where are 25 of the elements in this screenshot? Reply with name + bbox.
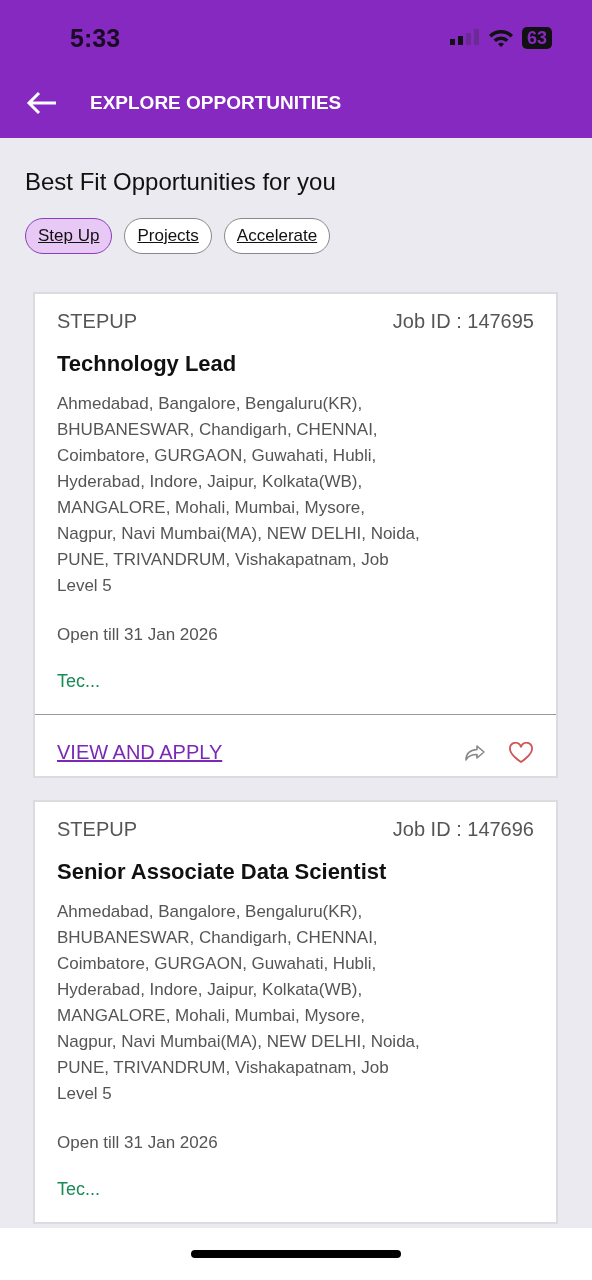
battery-level: 63	[521, 27, 552, 49]
heart-icon[interactable]	[508, 741, 534, 764]
open-till-date: Open till 31 Jan 2026	[57, 625, 219, 645]
share-arrow-icon[interactable]	[464, 743, 486, 762]
skill-tag: Tec...	[57, 671, 534, 692]
view-and-apply-link[interactable]: VIEW AND APPLY	[57, 741, 223, 764]
open-till-date: Open till 31 Jan 2026	[57, 1133, 219, 1153]
job-id: Job ID : 147695	[392, 310, 534, 333]
job-type: STEPUP	[57, 310, 138, 333]
wifi-icon	[487, 28, 514, 48]
filter-chip[interactable]: Projects	[124, 218, 212, 254]
signal-icon	[449, 29, 480, 47]
job-type: STEPUP	[57, 818, 138, 841]
job-locations: Ahmedabad, Bangalore, Bengaluru(KR), BHUBANESWAR, Chandigarh, CHENNAI, Coimbatore, GURGAON, Guwahati, Hubli, Hyderabad, Indore, Jaipur, Kolkata(WB), MANGALORE, Mohali, Mumbai, Mysore, Nagpur, Navi Mumbai(MA), NEW DELHI, Noida, PUNE, TRIVANDRUM, Vishakapatnam, Job Level 5	[57, 393, 421, 597]
job-title: Technology Lead	[57, 351, 238, 377]
job-locations: Ahmedabad, Bangalore, Bengaluru(KR), BHUBANESWAR, Chandigarh, CHENNAI, Coimbatore, GURGAON, Guwahati, Hubli, Hyderabad, Indore, Jaipur, Kolkata(WB), MANGALORE, Mohali, Mumbai, Mysore, Nagpur, Navi Mumbai(MA), NEW DELHI, Noida, PUNE, TRIVANDRUM, Vishakapatnam, Job Level 5	[57, 901, 421, 1105]
filter-chip[interactable]: Step Up	[25, 218, 113, 254]
back-arrow-icon[interactable]	[26, 91, 58, 115]
skill-tag: Tec...	[57, 1179, 534, 1200]
filter-chip[interactable]: Accelerate	[223, 218, 331, 254]
page-title: EXPLORE OPPORTUNITIES	[90, 92, 342, 114]
job-title: Senior Associate Data Scientist	[57, 859, 388, 885]
job-id: Job ID : 147696	[392, 818, 534, 841]
status-time: 5:33	[70, 23, 121, 53]
section-title: Best Fit Opportunities for you	[25, 168, 337, 196]
